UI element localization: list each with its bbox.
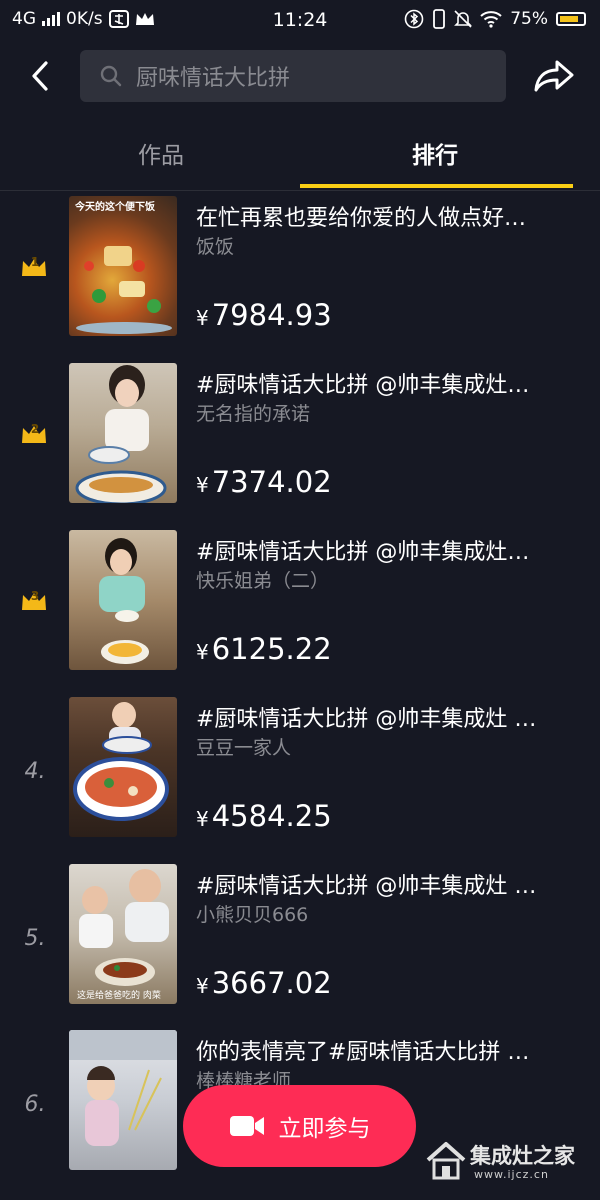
item-title: 在忙再累也要给你爱的人做点好… [196,206,527,231]
mute-icon [454,10,473,28]
currency-symbol: ¥ [196,640,209,664]
currency-symbol: ¥ [196,473,209,497]
video-thumbnail[interactable] [69,363,177,503]
video-thumbnail[interactable] [69,1030,177,1170]
wifi-icon [480,11,502,28]
watermark: 集成灶之家 www.ijcz.cn [424,1138,594,1188]
join-now-label: 立即参与 [278,1116,371,1142]
vibrate-icon [433,9,446,29]
item-author: 饭饭 [196,236,235,258]
battery-icon [556,12,586,26]
status-bar: 4G 0K/s 11:24 75% [0,0,600,40]
currency-symbol: ¥ [196,306,209,330]
item-title: #厨味情话大比拼 @帅丰集成灶 … [196,874,537,899]
amount-value: 4584.25 [211,799,332,833]
currency-symbol: ¥ [196,807,209,831]
rank-number: 6. [24,1092,46,1117]
child-mall-image [69,1030,177,1146]
tab-works[interactable]: 作品 [138,136,184,170]
amount-value: 6125.22 [211,632,332,666]
item-title: #厨味情话大比拼 @帅丰集成灶 … [196,707,537,732]
currency-symbol: ¥ [196,974,209,998]
share-icon [534,60,574,92]
ranking-item[interactable]: 2 #厨味情话大比拼 @帅丰集成灶… 无名指的承诺 ¥7374.02 [0,363,600,523]
search-query: 厨味情话大比拼 [136,66,291,91]
item-amount: ¥6125.22 [196,632,332,666]
amount-value: 7984.93 [211,298,332,332]
back-button[interactable] [22,56,58,96]
item-amount: ¥7984.93 [196,298,332,332]
item-amount: ¥3667.02 [196,966,332,1000]
rank-number: 4. [24,759,46,784]
item-amount: ¥7374.02 [196,465,332,499]
video-thumbnail[interactable]: 今天的这个便下饭 [69,196,177,336]
ranking-item[interactable]: 4. #厨味情话大比拼 @帅丰集成灶 … 豆豆一家人 ¥4584.25 [0,697,600,857]
search-bar[interactable]: 厨味情话大比拼 [80,50,506,102]
rank-number: 5. [24,926,46,951]
item-title: #厨味情话大比拼 @帅丰集成灶… [196,540,530,565]
person-eating-image [75,365,167,503]
bluetooth-icon [404,9,424,29]
rank-number: 2 [30,422,40,436]
tab-bar: 作品 排行 [0,120,600,191]
battery-percent: 75% [510,9,548,29]
item-title: 你的表情亮了#厨味情话大比拼 … [196,1040,530,1065]
item-author: 豆豆一家人 [196,737,292,759]
item-author: 无名指的承诺 [196,403,311,425]
join-now-button[interactable]: 立即参与 [183,1085,416,1167]
child-eating-image [99,538,149,664]
item-title: #厨味情话大比拼 @帅丰集成灶… [196,373,530,398]
video-thumbnail[interactable]: 这是给爸爸吃的 肉菜 [69,864,177,1004]
thumbnail-caption: 这是给爸爸吃的 肉菜 [77,991,161,1001]
noodle-bowl-image [73,702,169,821]
rank-number: 1 [30,255,40,269]
video-thumbnail[interactable] [69,530,177,670]
family-eating-image [79,869,169,986]
house-logo-icon [426,1142,466,1180]
search-icon [98,63,124,89]
video-camera-icon [229,1116,264,1136]
watermark-title: 集成灶之家 [470,1144,575,1168]
ranking-item[interactable]: 1 今天的这个便下饭 在忙再累也要给你爱的人做点好… 饭饭 ¥7984.93 [0,196,600,356]
status-right: 75% [404,9,586,29]
item-author: 快乐姐弟（二） [196,570,330,592]
share-button[interactable] [532,56,576,96]
item-author: 小熊贝贝666 [196,904,309,926]
food-image [76,246,172,334]
ranking-item[interactable]: 5. 这是给爸爸吃的 肉菜 #厨味情话大比拼 @帅丰集成灶 … 小熊贝贝666 … [0,864,600,1024]
header: 厨味情话大比拼 [0,48,600,106]
tab-ranking[interactable]: 排行 [412,136,458,170]
ranking-item[interactable]: 3 #厨味情话大比拼 @帅丰集成灶… 快乐姐弟（二） ¥6125.22 [0,530,600,690]
amount-value: 7374.02 [211,465,332,499]
rank-number: 3 [30,589,40,603]
watermark-url: www.ijcz.cn [474,1168,549,1181]
back-arrow-icon [32,61,48,91]
active-tab-indicator [300,184,573,188]
item-amount: ¥4584.25 [196,799,332,833]
thumbnail-caption: 今天的这个便下饭 [75,202,155,213]
video-thumbnail[interactable] [69,697,177,837]
amount-value: 3667.02 [211,966,332,1000]
